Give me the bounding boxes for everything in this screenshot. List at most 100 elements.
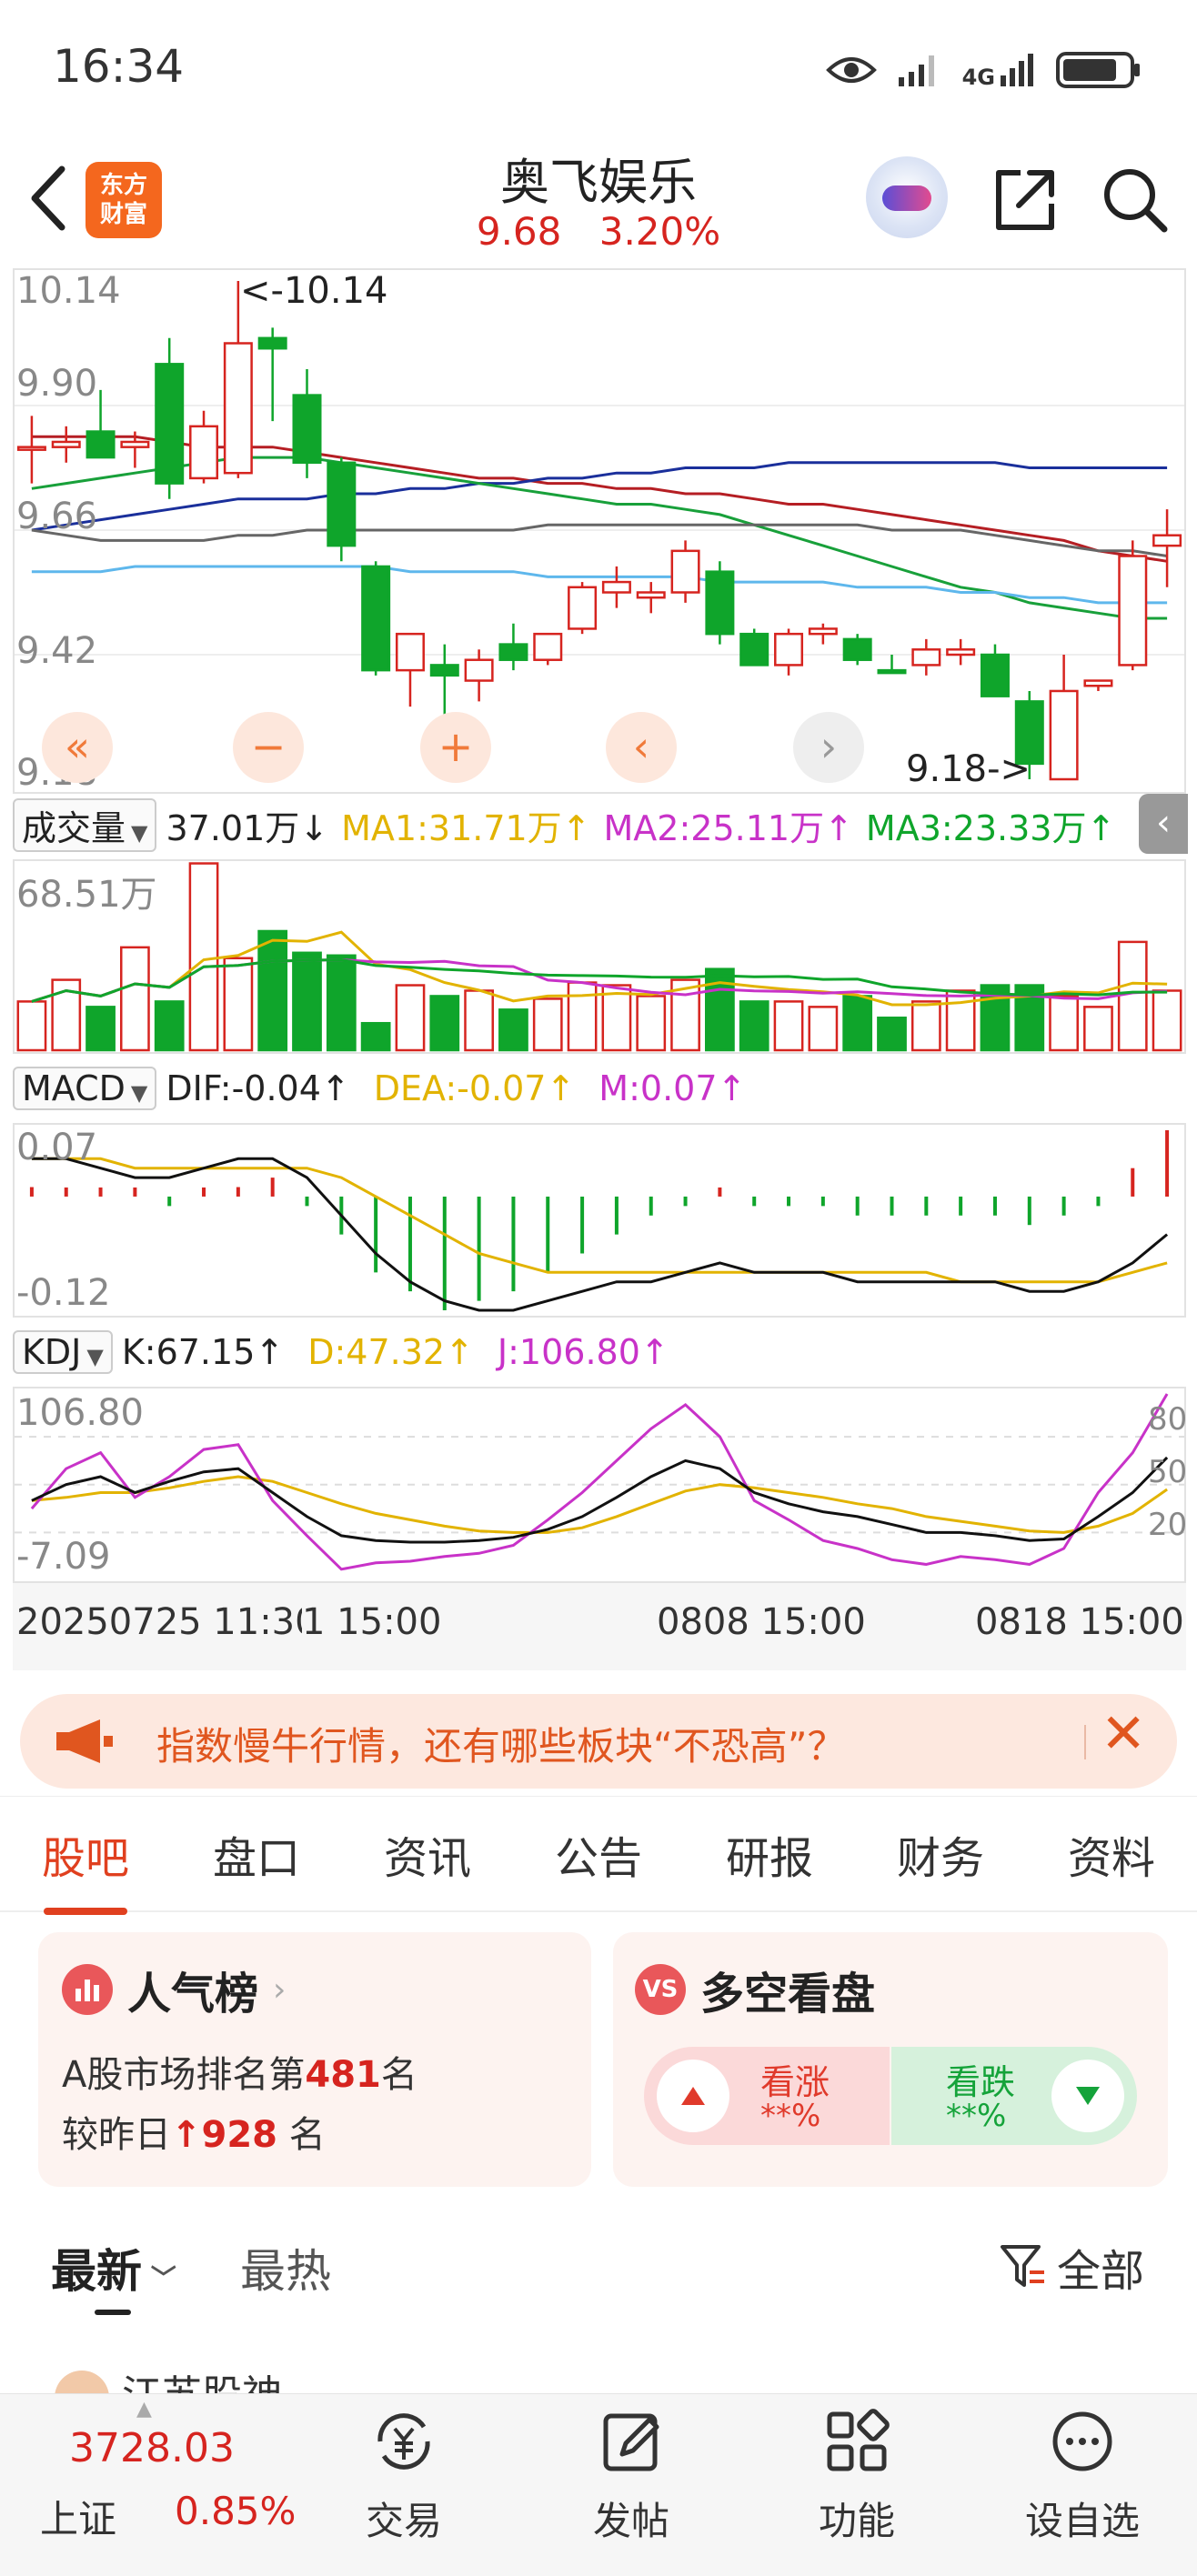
candle-body [189, 425, 219, 480]
macd-selector-label: MACD [22, 1068, 126, 1108]
zoom-in-button[interactable]: + [420, 712, 491, 783]
macd-chart[interactable] [15, 1125, 1184, 1316]
rank-value: 481 [305, 2054, 381, 2096]
scroll-right-button[interactable]: › [793, 712, 864, 783]
kline-panel[interactable]: 10.14 9.90 9.66 9.42 9.18 <-10.14 9.18->… [13, 268, 1186, 794]
kdj-level-80: 80 [1148, 1401, 1188, 1438]
bull-value: **% [760, 2098, 821, 2134]
banner-text[interactable]: 指数慢牛行情，还有哪些板块“不恐高”？ [156, 1716, 846, 1771]
network-label: 4G [961, 65, 995, 90]
candle-body [155, 363, 185, 485]
candle-body [395, 632, 425, 672]
candle-body [16, 446, 46, 451]
volume-bar [292, 951, 322, 1052]
popularity-header: 人气榜 › [62, 1958, 286, 2021]
tab-news[interactable]: 资讯 [378, 1822, 477, 1886]
index-name[interactable]: 上证 [40, 2489, 116, 2544]
change-prefix: 较昨日 [62, 2114, 171, 2156]
sort-latest[interactable]: 最新 ﹀ [51, 2235, 176, 2300]
arrow-up-icon: ↑ [171, 2114, 202, 2156]
nav-add-watchlist-label: 设自选 [1024, 2499, 1140, 2543]
stock-header: 东方 财富 奥飞娱乐 9.68 3.20% [0, 136, 1197, 268]
popularity-card[interactable]: 人气榜 › A股市场排名第481名 较昨日↑928 名 [38, 1932, 591, 2187]
candle-body [1049, 689, 1079, 781]
volume-bar [945, 989, 976, 1052]
index-value[interactable]: 3728.03 [69, 2425, 235, 2471]
sort-hot[interactable]: 最热 [240, 2235, 331, 2300]
kdj-level-50: 50 [1148, 1454, 1188, 1490]
scroll-left-fast-button[interactable]: « [42, 712, 113, 783]
side-panel-toggle[interactable]: ‹ [1139, 794, 1188, 854]
kdj-panel[interactable]: 106.80 -7.09 80 50 20 [13, 1387, 1188, 1583]
time-axis-end: 0818 15:00 [975, 1601, 1184, 1643]
volume-bar [808, 1006, 839, 1052]
y-label-1: 10.14 [16, 270, 121, 312]
macd-selector[interactable]: MACD ▼ [13, 1067, 157, 1110]
volume-panel[interactable]: 68.51万 [13, 859, 1186, 1054]
close-banner-button[interactable]: ✕ [1101, 1707, 1146, 1761]
volume-bar [16, 1000, 47, 1052]
kline-chart[interactable] [15, 270, 1184, 792]
nav-functions[interactable]: 功能 [784, 2407, 930, 2546]
volume-selector-label: 成交量 [22, 807, 126, 848]
signal-icon [898, 55, 934, 86]
megaphone-icon [53, 1718, 116, 1769]
tab-pankou[interactable]: 盘口 [207, 1822, 306, 1886]
volume-bar [877, 1017, 907, 1052]
tab-guba[interactable]: 股吧 [36, 1822, 135, 1915]
share-button[interactable] [988, 164, 1061, 240]
volume-y-max: 68.51万 [16, 874, 157, 916]
status-icons: 4G [825, 47, 1142, 93]
volume-bar [223, 957, 254, 1052]
sentiment-card[interactable]: VS 多空看盘 看涨 **% 看跌 **% [613, 1932, 1168, 2187]
edit-icon [603, 2413, 659, 2471]
volume-chart[interactable] [15, 861, 1184, 1052]
macd-dif: DIF:-0.04↑ [166, 1068, 350, 1108]
candle-body [223, 342, 253, 475]
news-banner[interactable]: 指数慢牛行情，还有哪些板块“不恐高”？ ✕ [20, 1694, 1177, 1789]
index-change[interactable]: 0.85% [175, 2489, 296, 2533]
volume-bar [1049, 995, 1079, 1052]
sort-underline [95, 2310, 131, 2315]
bear-value: **% [946, 2098, 1007, 2134]
nav-trade[interactable]: 交易 [331, 2407, 477, 2546]
y-label-2: 9.90 [16, 363, 98, 405]
filter-button[interactable]: 全部 [999, 2235, 1144, 2299]
scroll-left-button[interactable]: ‹ [606, 712, 677, 783]
candle-body [877, 668, 907, 675]
bull-label: 看涨 [760, 2062, 830, 2102]
y-label-4: 9.42 [16, 630, 98, 672]
macd-panel[interactable]: 0.07 -0.12 [13, 1123, 1186, 1318]
k-line [31, 1456, 1169, 1544]
kdj-chart[interactable] [15, 1388, 1184, 1581]
volume-bar [86, 1006, 116, 1052]
candle-body [705, 570, 735, 636]
candle-body [361, 565, 391, 672]
search-button[interactable] [1099, 164, 1172, 240]
candle-body [498, 643, 528, 661]
eye-icon [825, 57, 877, 83]
tab-announcements[interactable]: 公告 [549, 1822, 648, 1886]
triangle-up-icon [657, 2060, 729, 2132]
tab-research[interactable]: 研报 [720, 1822, 819, 1886]
sort-latest-label: 最新 [51, 2245, 142, 2298]
volume-selector[interactable]: 成交量 ▼ [13, 797, 157, 852]
tab-finance[interactable]: 财务 [891, 1822, 990, 1886]
bear-button[interactable]: 看跌 **% [891, 2047, 1137, 2145]
candle-body [257, 336, 287, 350]
time-axis: 20250725 11:30 1 15:00 0808 15:00 0818 1… [13, 1583, 1186, 1670]
volume-value: 37.01万↓ [166, 807, 329, 848]
chart-area[interactable]: 10.14 9.90 9.66 9.42 9.18 <-10.14 9.18->… [0, 268, 1197, 1673]
bull-button[interactable]: 看涨 **% [644, 2047, 890, 2145]
volume-bar [567, 981, 598, 1052]
nav-post[interactable]: 发帖 [558, 2407, 704, 2546]
ai-assistant-button[interactable] [866, 156, 948, 238]
tab-profile[interactable]: 资料 [1062, 1822, 1161, 1886]
nav-add-watchlist[interactable]: 设自选 [1010, 2407, 1155, 2546]
kdj-selector[interactable]: KDJ ▼ [13, 1330, 113, 1374]
kdj-y-bottom: -7.09 [16, 1536, 111, 1578]
candle-body [568, 586, 598, 630]
volume-bar [1152, 989, 1182, 1052]
zoom-out-button[interactable]: − [233, 712, 304, 783]
kdj-selector-label: KDJ [22, 1332, 82, 1372]
